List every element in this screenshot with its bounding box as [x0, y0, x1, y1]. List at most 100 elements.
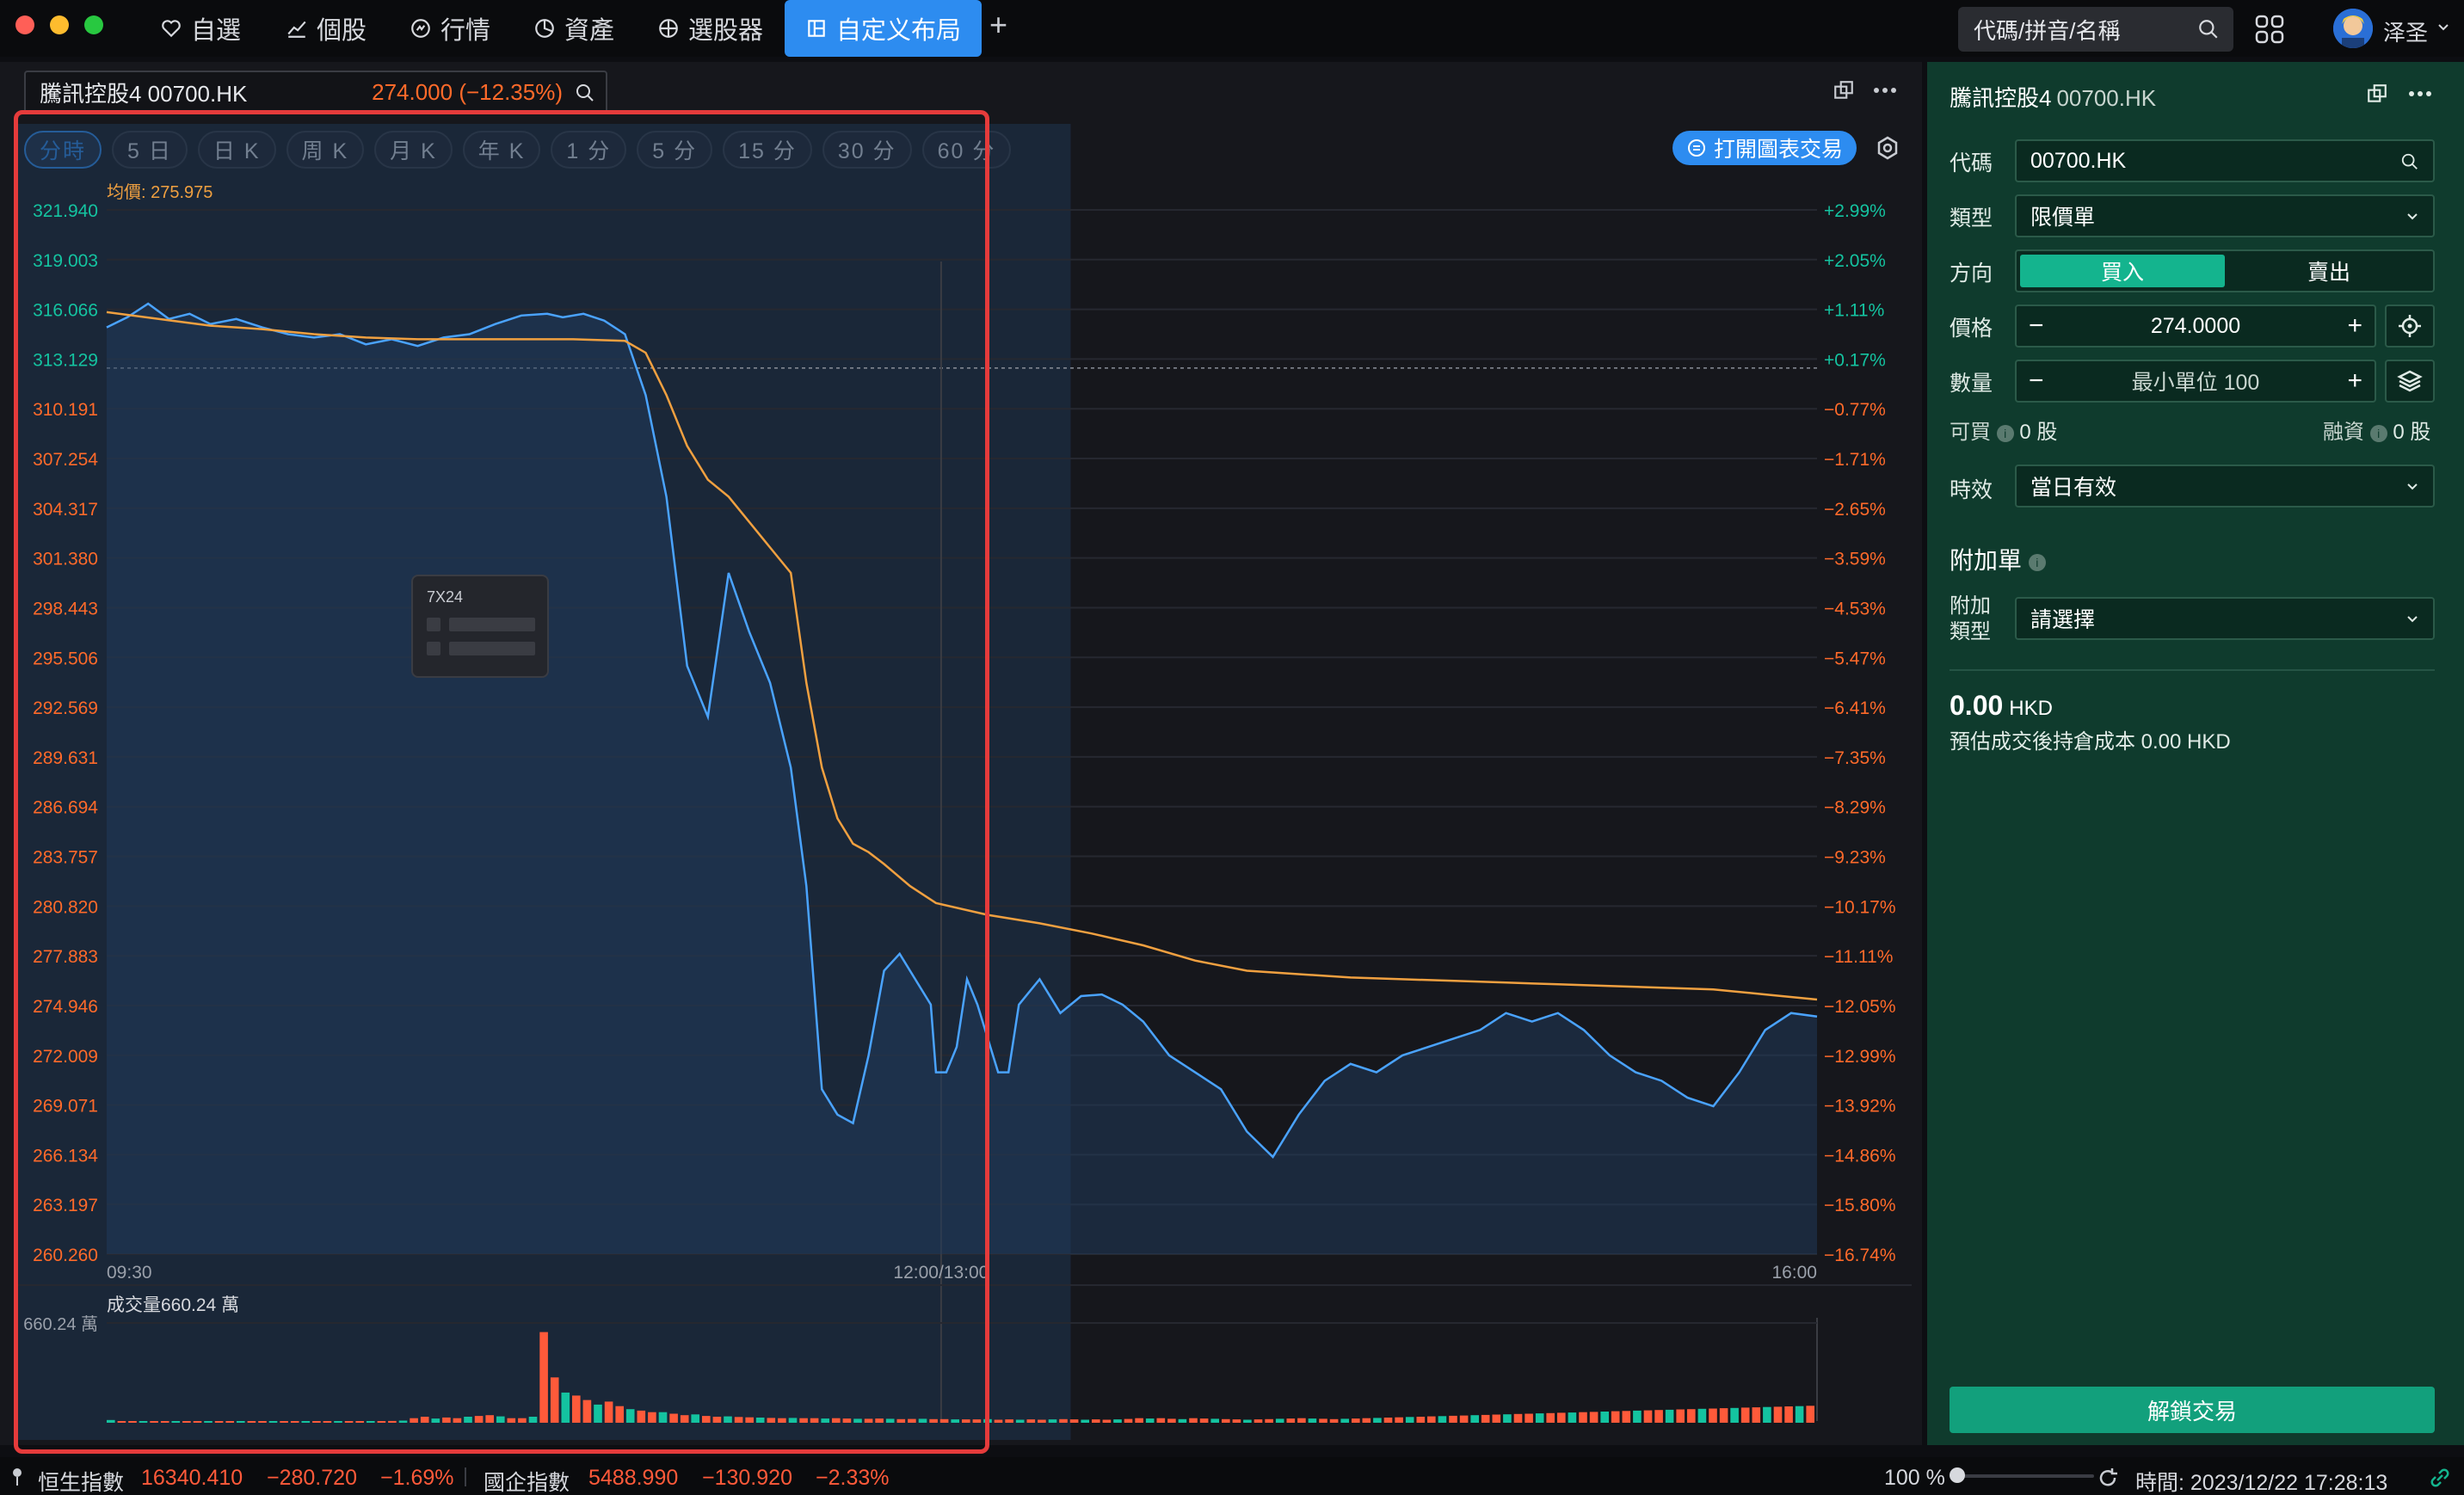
type-label: 類型 — [1950, 206, 1993, 231]
volume-bar — [1308, 1418, 1317, 1423]
maximize-window-button[interactable] — [84, 15, 103, 34]
volume-bar — [658, 1412, 668, 1423]
volume-bar — [1210, 1418, 1219, 1423]
volume-bar — [864, 1418, 873, 1423]
can-buy-value: 0 股 — [2019, 421, 2058, 444]
popout-icon[interactable] — [2366, 83, 2388, 105]
nav-custom-layout[interactable]: 自定义布局 — [785, 0, 983, 57]
volume-bar — [182, 1421, 191, 1423]
x-tick-label: 12:00/13:00 — [893, 1263, 989, 1283]
news-tooltip[interactable]: 7X24 — [411, 575, 549, 678]
price-increment-button[interactable]: + — [2347, 311, 2362, 341]
margin-value: 0 股 — [2393, 421, 2431, 444]
price-stepper[interactable]: − 274.0000 + — [2015, 305, 2376, 348]
volume-bar — [712, 1417, 722, 1423]
y-tick-label: 321.940 — [33, 201, 98, 221]
pie-icon — [535, 19, 554, 38]
nav-watchlist[interactable]: 自選 — [160, 0, 241, 57]
volume-bar — [1600, 1412, 1609, 1423]
qty-stepper[interactable]: − 最小單位 100 + — [2015, 360, 2376, 403]
more-icon[interactable] — [2407, 83, 2433, 105]
user-name[interactable]: 泽圣 — [2383, 15, 2428, 47]
volume-bar — [344, 1421, 354, 1423]
qty-layers-button[interactable] — [2385, 360, 2435, 403]
volume-bar — [1579, 1412, 1587, 1423]
volume-bar — [832, 1418, 841, 1423]
info-icon[interactable]: i — [1996, 424, 2014, 442]
search-input[interactable]: 代碼/拼音/名稱 — [1958, 7, 2233, 52]
zoom-slider-handle[interactable] — [1950, 1467, 1965, 1483]
y-tick-label-pct: −15.80% — [1824, 1196, 1896, 1215]
y-tick-label-pct: −10.17% — [1824, 897, 1896, 917]
qty-decrement-button[interactable]: − — [2029, 366, 2044, 396]
link-icon[interactable] — [2428, 1466, 2452, 1490]
volume-bar — [518, 1418, 527, 1423]
qty-increment-button[interactable]: + — [2347, 366, 2362, 396]
y-tick-label: 316.066 — [33, 301, 98, 321]
x-tick-label: 16:00 — [1771, 1263, 1817, 1283]
addon-type-select[interactable]: 請選擇 — [2015, 597, 2435, 640]
volume-bar — [799, 1418, 808, 1423]
trade-title: 騰訊控股4 00700.HK — [1950, 81, 2156, 113]
info-icon[interactable]: i — [2369, 424, 2387, 442]
info-icon[interactable]: i — [2028, 553, 2046, 571]
y-tick-label-pct: +0.17% — [1824, 350, 1886, 370]
price-locate-button[interactable] — [2385, 305, 2435, 348]
refresh-icon[interactable] — [2096, 1466, 2120, 1490]
code-input[interactable]: 00700.HK — [2015, 139, 2435, 182]
volume-bar — [1654, 1410, 1663, 1423]
volume-bar — [1048, 1419, 1057, 1423]
volume-bar — [1069, 1419, 1079, 1423]
add-tab-button[interactable]: + — [989, 7, 1007, 43]
order-type-select[interactable]: 限價單 — [2015, 194, 2435, 237]
avatar[interactable] — [2333, 9, 2373, 48]
y-tick-label-pct: +1.11% — [1824, 301, 1884, 321]
y-tick-label: 319.003 — [33, 251, 98, 271]
sell-button[interactable]: 賣出 — [2227, 255, 2431, 287]
volume-bar — [939, 1418, 949, 1423]
tif-select[interactable]: 當日有效 — [2015, 464, 2435, 508]
volume-bar — [1015, 1419, 1025, 1423]
chevron-down-icon[interactable] — [2436, 21, 2450, 34]
price-chart[interactable]: 321.940 +2.99% 319.003 +2.05% 316.066 +1.11% 3… — [0, 62, 1922, 1445]
price-decrement-button[interactable]: − — [2029, 311, 2044, 341]
can-buy-row: 可買 i 0 股 — [1950, 415, 2057, 445]
chevron-down-icon — [2407, 213, 2418, 220]
volume-bar — [1589, 1412, 1599, 1423]
volume-bar — [1740, 1407, 1750, 1423]
volume-bar — [1709, 1408, 1717, 1423]
hsi-pct: −1.69% — [380, 1466, 454, 1490]
nav-market[interactable]: 行情 — [410, 0, 490, 57]
nav-screener[interactable]: 選股器 — [657, 0, 763, 57]
volume-bar — [117, 1421, 126, 1423]
volume-bar — [268, 1421, 278, 1423]
volume-bar — [1286, 1418, 1296, 1423]
unlock-trade-button[interactable]: 解鎖交易 — [1950, 1387, 2435, 1433]
volume-bar — [1145, 1418, 1155, 1423]
zoom-slider[interactable] — [1956, 1474, 2094, 1478]
y-tick-label-pct: −2.65% — [1824, 500, 1886, 520]
qty-label: 數量 — [1950, 372, 1993, 396]
close-window-button[interactable] — [15, 15, 34, 34]
addon-type-label-1: 附加 — [1950, 594, 1991, 618]
est-cost-text: 預估成交後持倉成本 0.00 HKD — [1950, 730, 2231, 754]
nav-assets[interactable]: 資產 — [533, 0, 614, 57]
volume-bar — [171, 1421, 181, 1423]
volume-bar — [1373, 1418, 1382, 1423]
minimize-window-button[interactable] — [50, 15, 69, 34]
volume-bar — [193, 1421, 202, 1423]
pin-icon[interactable] — [10, 1467, 24, 1486]
volume-bar — [1568, 1412, 1577, 1423]
hsi-name[interactable]: 恒生指數 — [38, 1466, 124, 1495]
y-tick-label: 260.260 — [33, 1246, 98, 1265]
app-window: 自選 個股 行情 資產 選股器 自定义布局 + 代碼/拼音/名稱 泽圣 騰訊控股… — [0, 0, 2464, 1495]
volume-bar — [885, 1418, 895, 1423]
volume-bar — [1178, 1418, 1187, 1423]
apps-grid-icon[interactable] — [2254, 14, 2285, 45]
tooltip-placeholder — [427, 642, 440, 655]
y-tick-label-pct: −16.74% — [1824, 1246, 1896, 1265]
buy-button[interactable]: 買入 — [2020, 255, 2225, 287]
nav-stock[interactable]: 個股 — [286, 0, 367, 57]
hscei-name[interactable]: 國企指數 — [484, 1466, 570, 1495]
nav-label: 行情 — [440, 17, 491, 45]
